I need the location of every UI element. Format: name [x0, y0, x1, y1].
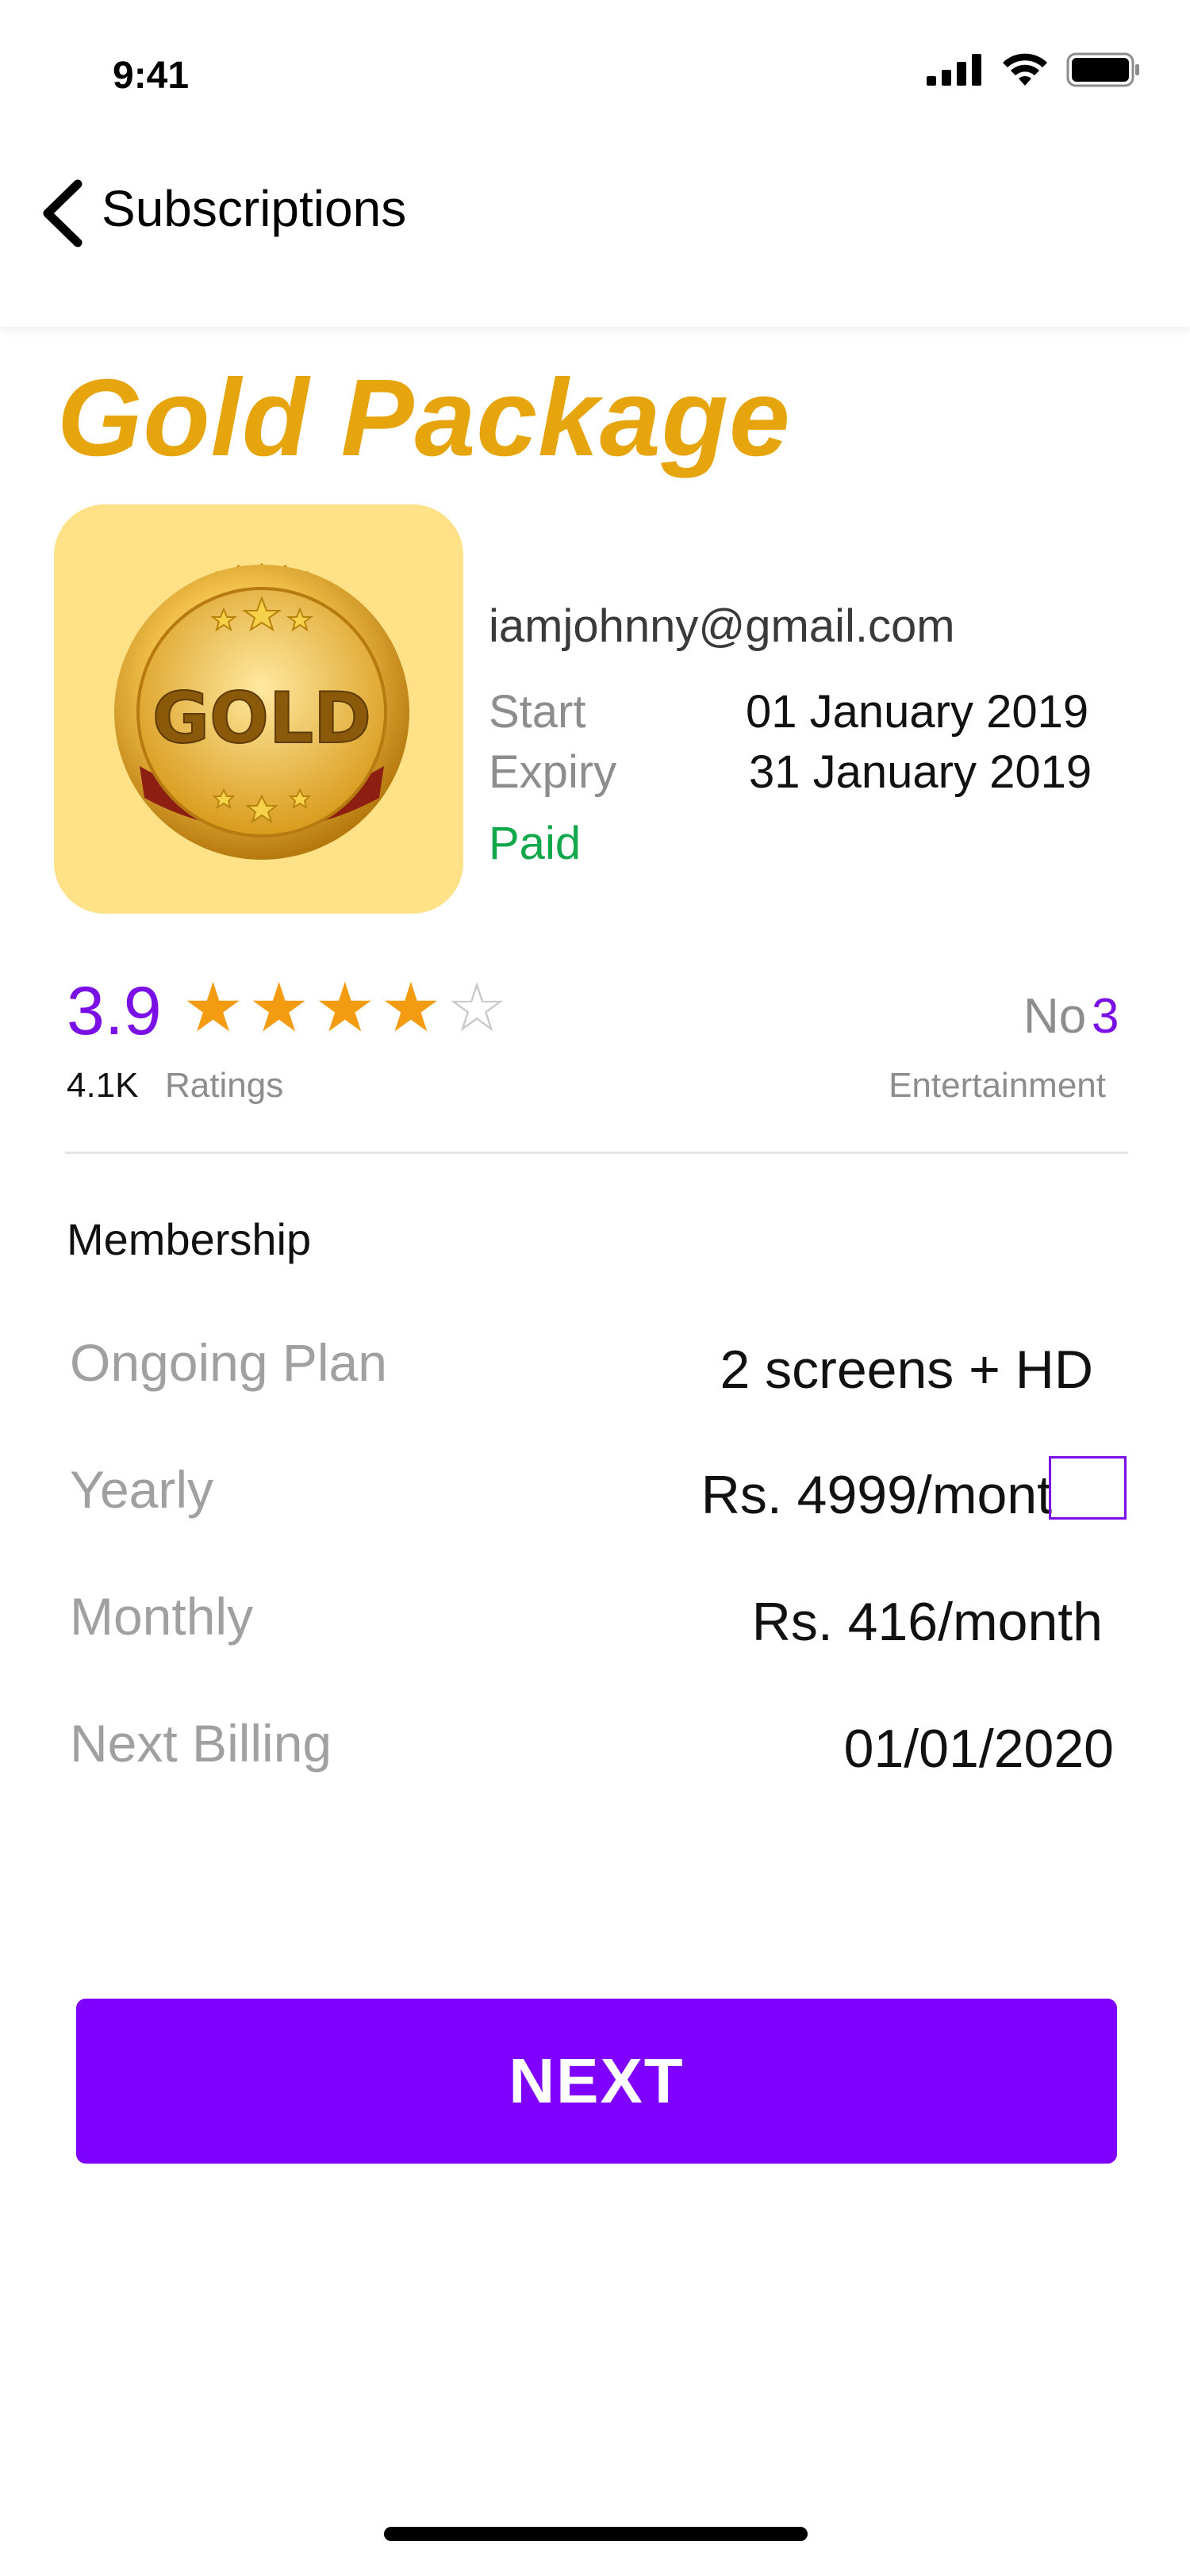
- next-button-label: NEXT: [509, 2045, 685, 2116]
- back-button[interactable]: [38, 178, 94, 249]
- row-value-ongoing-plan: 2 screens + HD: [720, 1340, 1093, 1400]
- gold-badge-text: GOLD: [152, 677, 371, 759]
- account-email: iamjohnny@gmail.com: [489, 600, 955, 652]
- star-empty-icon: ☆: [446, 970, 508, 1046]
- chevron-left-icon: [43, 179, 83, 247]
- row-label-monthly: Monthly: [70, 1587, 254, 1646]
- next-button[interactable]: NEXT: [76, 1999, 1117, 2164]
- expiry-label: Expiry: [489, 746, 617, 798]
- payment-status: Paid: [489, 818, 582, 869]
- rating-count-label: Ratings: [165, 1066, 284, 1105]
- rank-category: Entertainment: [889, 1066, 1106, 1105]
- section-title-membership: Membership: [67, 1214, 312, 1264]
- star-filled-icon: ★: [248, 970, 310, 1046]
- star-filled-icon: ★: [182, 970, 244, 1046]
- row-value-next-billing: 01/01/2020: [843, 1719, 1114, 1779]
- status-icons: [927, 52, 1141, 87]
- start-label: Start: [489, 686, 586, 738]
- star-filled-icon: ★: [380, 970, 442, 1046]
- row-value-yearly: Rs. 4999/mont: [701, 1465, 1052, 1525]
- row-value-monthly: Rs. 416/month: [751, 1592, 1103, 1652]
- row-label-ongoing-plan: Ongoing Plan: [70, 1333, 387, 1392]
- home-indicator[interactable]: [384, 2527, 808, 2541]
- gold-medal-icon: GOLD: [114, 563, 409, 860]
- status-time: 9:41: [113, 55, 190, 97]
- selection-box[interactable]: [1049, 1456, 1127, 1520]
- divider: [65, 1152, 1128, 1154]
- row-label-next-billing: Next Billing: [70, 1714, 332, 1773]
- rating-stars: ★ ★ ★ ★ ☆: [182, 974, 508, 1042]
- rating-value: 3.9: [67, 973, 162, 1049]
- expiry-date: 31 January 2019: [749, 746, 1092, 798]
- page-title: Gold Package: [57, 357, 791, 479]
- rank-prefix: No: [1023, 989, 1087, 1044]
- wifi-icon: [1003, 53, 1047, 86]
- rank-number: 3: [1092, 989, 1119, 1044]
- battery-icon: [1066, 52, 1139, 87]
- row-label-yearly: Yearly: [70, 1460, 214, 1519]
- header-bar: [0, 0, 1190, 327]
- star-filled-icon: ★: [314, 970, 376, 1046]
- back-label[interactable]: Subscriptions: [102, 179, 406, 238]
- package-image: GOLD: [54, 504, 463, 914]
- signal-icon: [927, 54, 981, 86]
- start-date: 01 January 2019: [746, 686, 1089, 738]
- rating-count: 4.1K: [67, 1066, 139, 1105]
